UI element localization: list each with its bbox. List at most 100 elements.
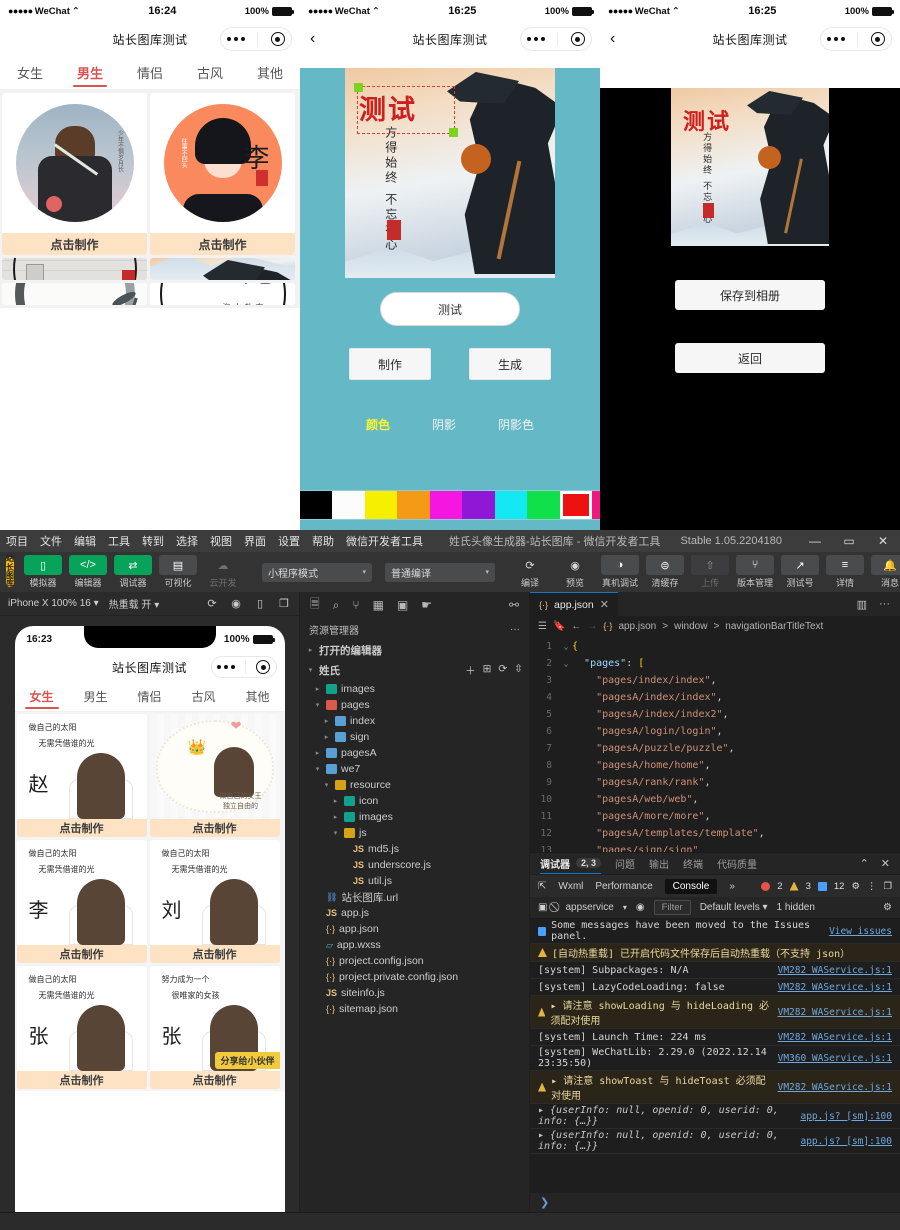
tree-twisty[interactable]: ▾ bbox=[331, 829, 340, 837]
device-select[interactable]: iPhone X 100% 16 ▾ bbox=[8, 598, 99, 609]
code-icon[interactable]: </> bbox=[69, 555, 107, 575]
collapse-icon[interactable]: ⇳ bbox=[514, 663, 523, 678]
sim-tab-other[interactable]: 其他 bbox=[231, 682, 285, 711]
fold-toggle[interactable]: ⌄ bbox=[560, 659, 572, 668]
tree-twisty[interactable]: ▸ bbox=[322, 733, 331, 741]
tree-twisty[interactable]: ▸ bbox=[313, 749, 322, 757]
color-swatch[interactable] bbox=[592, 491, 600, 519]
toolbar-compile[interactable]: ⟳ 编译 bbox=[510, 555, 550, 589]
console-message-source[interactable]: VM282 WAService.js:1 bbox=[778, 965, 892, 976]
wechat-capsule[interactable] bbox=[220, 27, 292, 51]
simulated-device[interactable]: 16:23 100% 站长图库测试 bbox=[15, 626, 285, 1212]
panel-controls[interactable]: ⌃ ✕ bbox=[860, 857, 890, 870]
tree-item[interactable]: ▸index bbox=[300, 713, 529, 729]
color-swatch[interactable] bbox=[462, 491, 494, 519]
save-to-album-button[interactable]: 保存到相册 bbox=[675, 280, 825, 310]
settings-gear-icon[interactable]: ⚙ bbox=[851, 881, 860, 892]
tab-girls[interactable]: 女生 bbox=[0, 56, 60, 89]
menu-bar[interactable]: 项目 文件 编辑 工具 转到 选择 视图 界面 设置 帮助 微信开发者工具 姓氏… bbox=[0, 530, 900, 552]
search-icon[interactable]: ⌕ bbox=[333, 598, 340, 613]
eye-icon[interactable]: ◉ bbox=[556, 555, 594, 575]
color-swatch[interactable] bbox=[300, 491, 332, 519]
editor-tab-tools[interactable]: ▥ ··· bbox=[857, 598, 900, 611]
code-line[interactable]: 4 "pagesA/index/index", bbox=[530, 689, 900, 706]
menu-interface[interactable]: 界面 bbox=[238, 533, 272, 549]
style-option-tabs[interactable]: 颜色 阴影 阴影色 bbox=[300, 416, 600, 433]
code-line[interactable]: 11 "pagesA/more/more", bbox=[530, 808, 900, 825]
tree-item[interactable]: JSutil.js bbox=[300, 873, 529, 889]
mode-select[interactable]: 小程序模式 ▾ bbox=[262, 563, 372, 582]
menu-view[interactable]: 视图 bbox=[204, 533, 238, 549]
refresh-icon[interactable]: ⟳ bbox=[498, 663, 507, 678]
tab-boys[interactable]: 男生 bbox=[60, 56, 120, 89]
console-prompt[interactable]: ❯ bbox=[530, 1193, 900, 1212]
menu-settings[interactable]: 设置 bbox=[272, 533, 306, 549]
console-message-source[interactable]: app.js? [sm]:100 bbox=[800, 1136, 892, 1147]
tree-item[interactable]: ▸images bbox=[300, 681, 529, 697]
category-tabs[interactable]: 女生 男生 情侣 古风 其他 bbox=[0, 56, 300, 90]
tree-item[interactable]: {·}sitemap.json bbox=[300, 1001, 529, 1017]
toolbar-test-account[interactable]: ↗ 测试号 bbox=[780, 555, 820, 589]
make-button[interactable]: 点击制作 bbox=[17, 945, 147, 963]
window-controls[interactable]: — ▭ ✕ bbox=[798, 530, 900, 552]
maximize-icon[interactable]: ▭ bbox=[832, 530, 866, 552]
tree-item[interactable]: ▱app.wxss bbox=[300, 937, 529, 953]
console-settings-icon[interactable]: ⚙ bbox=[883, 902, 892, 913]
layers-icon[interactable]: ⊜ bbox=[646, 555, 684, 575]
edit-canvas[interactable]: 方得始终 不忘初心 测试 bbox=[345, 68, 555, 278]
subtab-performance[interactable]: Performance bbox=[595, 881, 652, 892]
editor-tab-appjson[interactable]: {·} app.json ✕ bbox=[530, 592, 618, 616]
code-line[interactable]: 13 "pages/sign/sign" bbox=[530, 842, 900, 852]
account-icon[interactable]: ⚯ bbox=[509, 598, 519, 612]
toolbar-clear-cache[interactable]: ⊜ 清缓存 bbox=[645, 555, 685, 589]
console-message[interactable]: ▸ 请注意 showLoading 与 hideLoading 必须配对使用VM… bbox=[530, 996, 900, 1029]
tree-item[interactable]: ▸pagesA bbox=[300, 745, 529, 761]
tree-twisty[interactable]: ▾ bbox=[313, 701, 322, 709]
hotreload-select[interactable]: 热重载 开 ▾ bbox=[109, 596, 160, 611]
console-message-source[interactable]: VM282 WAService.js:1 bbox=[778, 1082, 892, 1093]
rotate-icon[interactable]: ▯ bbox=[253, 597, 267, 611]
breadcrumb-obj[interactable]: window bbox=[674, 621, 707, 632]
extensions-icon[interactable]: ▦ bbox=[373, 598, 384, 612]
nav-forward-icon[interactable]: → bbox=[587, 621, 597, 632]
subtab-wxml[interactable]: Wxml bbox=[558, 881, 583, 892]
console-message-source[interactable]: VM282 WAService.js:1 bbox=[778, 982, 892, 993]
cloud-dev-icon[interactable]: ☛ bbox=[421, 598, 432, 612]
tree-item[interactable]: ▾resource bbox=[300, 777, 529, 793]
option-shadow-color[interactable]: 阴影色 bbox=[498, 416, 534, 433]
console-message[interactable]: [system] LazyCodeLoading: falseVM282 WAS… bbox=[530, 979, 900, 996]
code-line[interactable]: 5 "pagesA/index/index2", bbox=[530, 706, 900, 723]
chevron-down-icon[interactable]: ▾ bbox=[623, 903, 627, 912]
console-message-source[interactable]: VM282 WAService.js:1 bbox=[778, 1007, 892, 1018]
subtab-more[interactable]: » bbox=[729, 881, 735, 892]
tree-item[interactable]: ▸images bbox=[300, 809, 529, 825]
back-icon[interactable]: ‹ bbox=[310, 31, 315, 47]
text-input[interactable]: 测试 bbox=[380, 292, 520, 326]
device-debug-icon[interactable]: ◑ bbox=[601, 555, 639, 575]
breadcrumb-prop[interactable]: navigationBarTitleText bbox=[725, 621, 823, 632]
code-line[interactable]: 3 "pages/index/index", bbox=[530, 672, 900, 689]
debug-icon[interactable]: ⇄ bbox=[114, 555, 152, 575]
canvas-overlay-text[interactable]: 测试 bbox=[359, 88, 417, 127]
menu-file[interactable]: 文件 bbox=[34, 533, 68, 549]
levels-select[interactable]: Default levels ▾ bbox=[700, 902, 768, 913]
tree-twisty[interactable]: ▸ bbox=[322, 717, 331, 725]
close-panel-icon[interactable]: ✕ bbox=[881, 857, 890, 870]
tab-other[interactable]: 其他 bbox=[240, 56, 300, 89]
subtab-console[interactable]: Console bbox=[665, 879, 718, 894]
option-shadow[interactable]: 阴影 bbox=[432, 416, 456, 433]
compile-select[interactable]: 普通编译 ▾ bbox=[385, 563, 495, 582]
tab-ancient[interactable]: 古风 bbox=[180, 56, 240, 89]
sim-tab-couples[interactable]: 情侣 bbox=[123, 682, 177, 711]
menu-help[interactable]: 帮助 bbox=[306, 533, 340, 549]
toolbar-editor[interactable]: </> 编辑器 bbox=[68, 555, 108, 589]
wechat-capsule[interactable] bbox=[520, 27, 592, 51]
code-line[interactable]: 8 "pagesA/home/home", bbox=[530, 757, 900, 774]
editor-more-icon[interactable]: ··· bbox=[879, 598, 890, 611]
avatar-card[interactable]: 做自己的太阳 无需凭借谁的光 赵 点击制作 bbox=[17, 714, 147, 837]
sim-tab-ancient[interactable]: 古风 bbox=[177, 682, 231, 711]
avatar-card[interactable]: 做自己的太阳 无需凭借谁的光 李 点击制作 bbox=[17, 840, 147, 963]
tree-item[interactable]: {·}app.json bbox=[300, 921, 529, 937]
avatar-card[interactable]: 努力成为一个 很唯家的女孩 张 分享给小伙伴 点击制作 bbox=[150, 966, 280, 1089]
issue-counts[interactable]: 2 3 12 ⚙ ⋮ ❐ bbox=[761, 881, 892, 892]
